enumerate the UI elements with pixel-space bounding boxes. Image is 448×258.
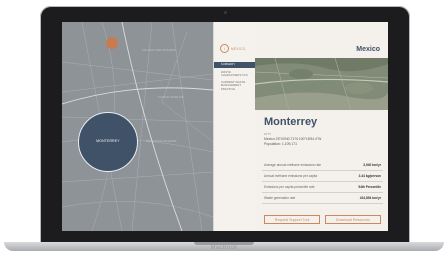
circle-i-icon: i bbox=[220, 44, 229, 53]
request-support-button[interactable]: Request Support Tool bbox=[264, 215, 320, 224]
city-detail-panel: Mexico Monterrey CITY Mexico 25°40'N0.71… bbox=[255, 22, 388, 231]
nav-item-waste-characteristics[interactable]: WASTE CHARACTERISTICS bbox=[221, 71, 255, 78]
stat-label: Emissions per capita percentile rate bbox=[264, 185, 315, 189]
city-type-label: CITY bbox=[264, 132, 272, 136]
stat-label: Average annual methane emissions rate bbox=[264, 163, 321, 167]
nav-item-summary[interactable]: SUMMARY bbox=[214, 62, 256, 68]
map-place-label: COLEGIO DEL ROSARIO bbox=[142, 49, 176, 52]
map-panel[interactable]: COLEGIO DEL ROSARIO CIUDAD SATELITE RIO … bbox=[62, 22, 213, 231]
nav-item-waste-management[interactable]: CURRENT WASTE MANAGEMENT PRACTICE bbox=[221, 81, 255, 91]
laptop-brand-label: MacBook bbox=[210, 245, 238, 251]
aerial-photo-texture bbox=[255, 58, 388, 110]
city-bubble-label: MONTERREY bbox=[96, 139, 120, 143]
country-title: Mexico bbox=[356, 46, 380, 53]
aerial-photo bbox=[255, 58, 388, 110]
stat-row: Emissions per capita percentile rate 94t… bbox=[262, 182, 383, 193]
stat-row: Annual methane emissions per capita 3.44… bbox=[262, 171, 383, 182]
app-screen: COLEGIO DEL ROSARIO CIUDAD SATELITE RIO … bbox=[62, 22, 388, 231]
nav-logo-text: MEXICO bbox=[231, 47, 246, 51]
stat-value: 3.44 kg/person bbox=[358, 174, 381, 178]
laptop-lid: COLEGIO DEL ROSARIO CIUDAD SATELITE RIO … bbox=[40, 6, 410, 244]
city-title: Monterrey bbox=[264, 116, 318, 128]
map-place-label: CIUDAD SATELITE bbox=[158, 96, 184, 99]
city-bubble-monterrey[interactable]: MONTERREY bbox=[78, 112, 138, 172]
stat-row: Average annual methane emissions rate 3,… bbox=[262, 160, 383, 171]
stat-value: 94th Percentile bbox=[358, 185, 381, 189]
city-bubble-small[interactable] bbox=[106, 37, 118, 49]
camera-dot bbox=[224, 11, 227, 14]
stat-label: Waste generation rate bbox=[264, 196, 296, 200]
section-nav: i MEXICO SUMMARY WASTE CHARACTERISTICS C… bbox=[213, 22, 256, 231]
stat-value: 424,894 ton/yr bbox=[359, 196, 381, 200]
stat-value: 3,940 ton/yr bbox=[363, 163, 381, 167]
stat-row: Waste generation rate 424,894 ton/yr bbox=[262, 193, 383, 204]
download-resources-button[interactable]: Download Resources bbox=[325, 215, 381, 224]
stat-label: Annual methane emissions per capita bbox=[264, 174, 318, 178]
city-stats-table: Average annual methane emissions rate 3,… bbox=[262, 160, 383, 204]
city-population: Population: 1,109,171 bbox=[264, 142, 297, 146]
map-place-label: RIO SANTA CATARINA bbox=[146, 140, 177, 143]
city-coordinates: Mexico 25°40'N0.71"N 100°18'54.4"W bbox=[264, 137, 322, 141]
